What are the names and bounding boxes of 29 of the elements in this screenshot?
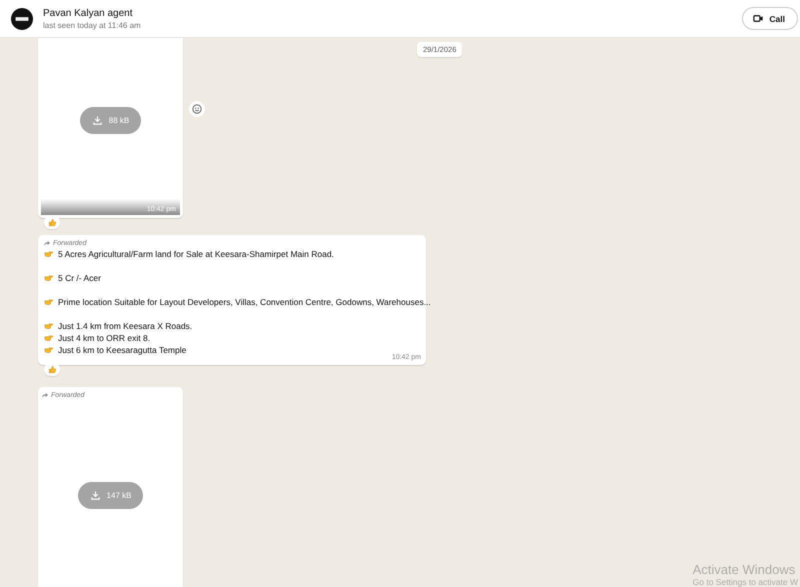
message-text-line: 5 Cr /- Acer	[58, 273, 101, 283]
contact-name: Pavan Kalyan agent	[43, 8, 134, 18]
download-button[interactable]: 147 kB	[78, 482, 144, 509]
download-icon	[90, 490, 101, 501]
thumbs-up-icon	[48, 365, 56, 374]
pointing-hand-icon	[43, 297, 55, 307]
emoji-reaction-button[interactable]	[189, 101, 205, 117]
activation-title: Activate Windows	[692, 562, 796, 577]
download-icon	[92, 114, 103, 126]
forward-arrow-icon	[41, 391, 49, 399]
message-text-line: Prime location Suitable for Layout Developers, Villas, Convention Centre, Godowns, Warehouses...	[58, 297, 431, 307]
forward-arrow-icon	[43, 239, 51, 247]
video-camera-icon	[753, 13, 764, 24]
pointing-hand-icon	[43, 345, 55, 355]
avatar-icon	[11, 8, 33, 30]
pointing-hand-icon	[43, 321, 55, 331]
message-text-line: Just 6 km to Keesaragutta Temple	[58, 345, 186, 355]
pointing-hand-icon	[43, 273, 55, 283]
message-text-line: 5 Acres Agricultural/Farm land for Sale at Keesara-Shamirpet Main Road.	[58, 249, 334, 259]
download-button[interactable]: 88 kB	[80, 106, 142, 134]
pointing-hand-icon	[43, 249, 55, 259]
message-text-line: Just 4 km to ORR exit 8.	[58, 333, 150, 343]
smiley-icon	[192, 104, 202, 114]
pointing-hand-icon	[43, 333, 55, 343]
thumbs-up-icon	[48, 218, 56, 227]
last-seen-status: last seen today at 11:46 am	[43, 20, 142, 30]
message-text-line: Just 1.4 km from Keesara X Roads.	[58, 321, 192, 331]
call-button[interactable]: Call	[742, 7, 798, 30]
activation-subtitle: Go to Settings to activate W	[692, 577, 798, 587]
